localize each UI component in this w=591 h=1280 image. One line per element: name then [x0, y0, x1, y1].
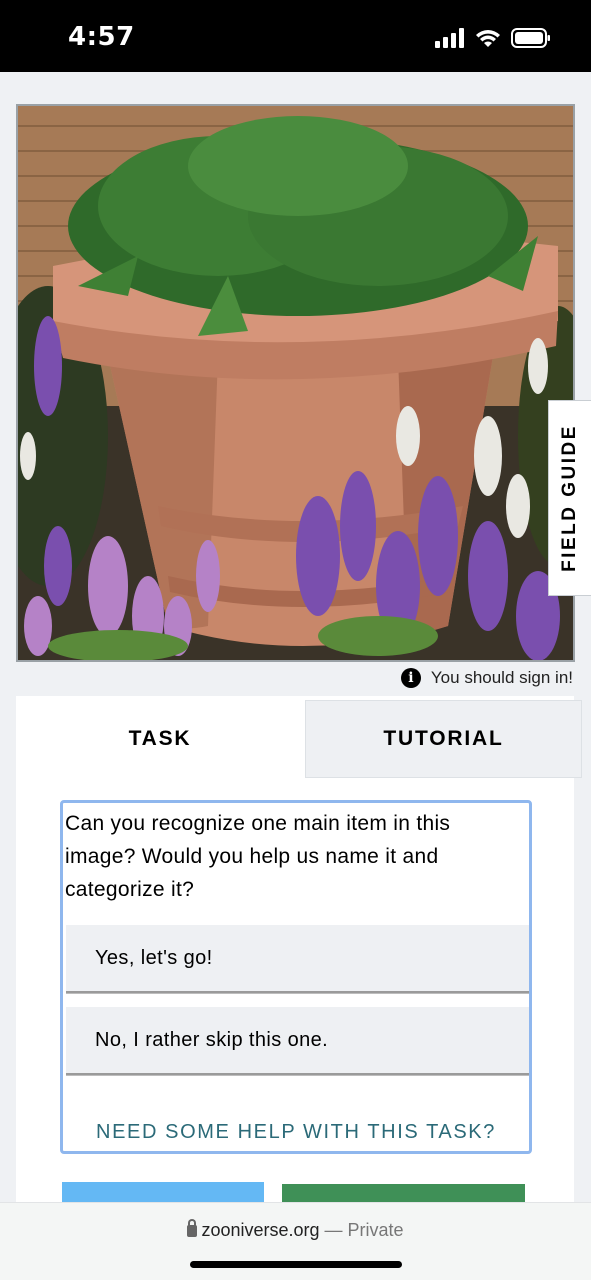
answer-yes-button[interactable]: Yes, let's go!: [66, 925, 529, 993]
secondary-action-button[interactable]: [62, 1182, 264, 1202]
task-question: Can you recognize one main item in this …: [65, 812, 451, 901]
home-indicator[interactable]: [190, 1261, 402, 1268]
sign-in-notice[interactable]: i You should sign in!: [400, 668, 573, 688]
task-box: Can you recognize one main item in this …: [60, 800, 532, 1154]
sign-in-text: You should sign in!: [430, 668, 573, 687]
url-display[interactable]: zooniverse.org — Private: [0, 1219, 591, 1241]
lock-icon: [187, 1219, 198, 1237]
browser-address-bar[interactable]: zooniverse.org — Private: [0, 1202, 591, 1280]
status-bar: 4:57: [0, 0, 591, 72]
primary-action-button[interactable]: [282, 1184, 525, 1202]
help-link[interactable]: NEED SOME HELP WITH THIS TASK?: [63, 1121, 529, 1144]
page-content: FIELD GUIDE i You should sign in! TASK T…: [0, 72, 591, 1202]
tab-task[interactable]: TASK: [16, 700, 304, 778]
url-domain: zooniverse.org: [201, 1220, 320, 1240]
private-mode-label: Private: [347, 1220, 404, 1240]
potted-plant-photo: [18, 106, 573, 660]
subject-image[interactable]: [16, 104, 575, 662]
status-icons: [435, 26, 551, 50]
url-separator: —: [319, 1220, 348, 1240]
info-icon: i: [400, 668, 421, 688]
status-time: 4:57: [68, 22, 135, 52]
field-guide-label: FIELD GUIDE: [559, 424, 580, 572]
answer-no-button[interactable]: No, I rather skip this one.: [66, 1007, 529, 1075]
battery-icon: [511, 28, 550, 48]
signal-icon: [435, 28, 464, 48]
tab-tutorial[interactable]: TUTORIAL: [305, 700, 582, 778]
wifi-icon: [476, 30, 500, 47]
task-panel: TASK TUTORIAL Can you recognize one main…: [16, 696, 582, 1202]
field-guide-tab[interactable]: FIELD GUIDE: [548, 400, 591, 596]
